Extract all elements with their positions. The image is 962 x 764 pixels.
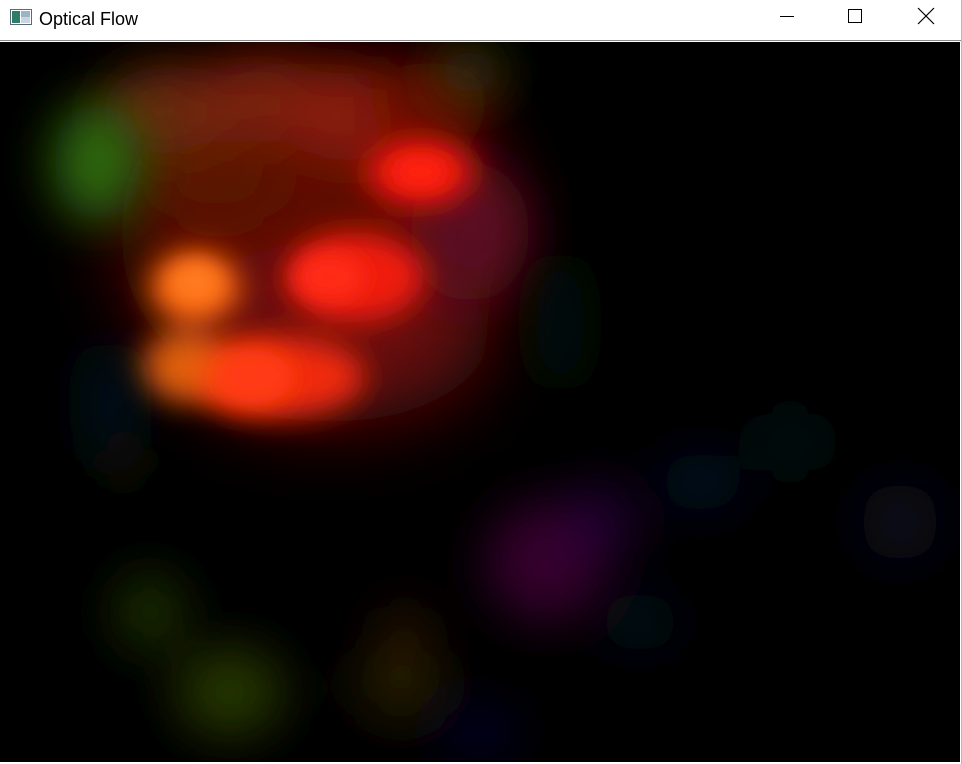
maximize-icon — [847, 8, 863, 29]
optical-flow-hsv-visualization — [0, 42, 960, 762]
title-bar[interactable]: Optical Flow — [0, 0, 961, 41]
close-icon — [917, 7, 935, 30]
optical-flow-image — [0, 42, 960, 762]
optical-flow-window: Optical Flow — [0, 0, 962, 764]
minimize-button[interactable] — [764, 0, 810, 36]
opencv-window-icon — [10, 9, 32, 25]
minimize-icon — [779, 8, 795, 29]
maximize-button[interactable] — [832, 0, 878, 36]
window-title: Optical Flow — [39, 9, 139, 29]
close-button[interactable] — [903, 0, 949, 36]
